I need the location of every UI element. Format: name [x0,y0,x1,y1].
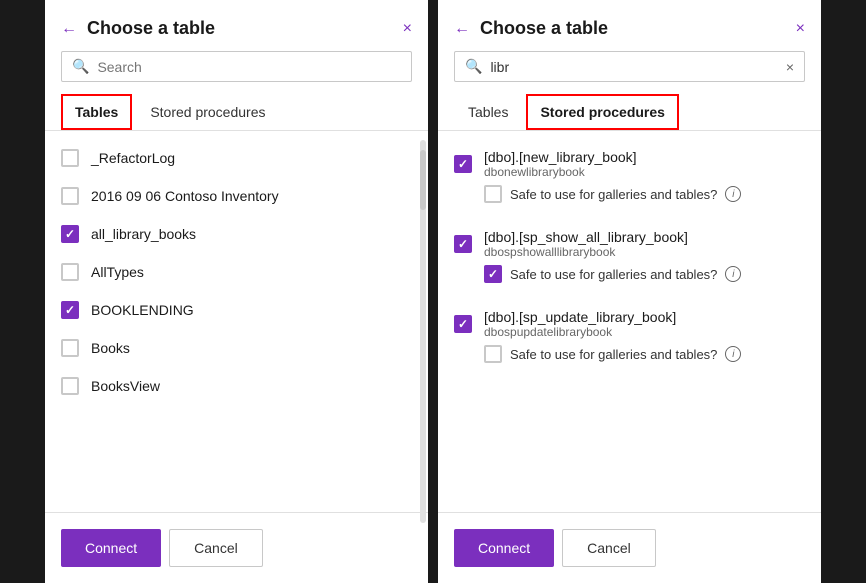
safe-label-3: Safe to use for galleries and tables? [510,347,717,362]
proc-name-3: [dbo].[sp_update_library_book] [484,309,676,325]
checkbox-booklending[interactable] [61,301,79,319]
right-cancel-button[interactable]: Cancel [562,529,656,567]
checkbox-safe-1[interactable] [484,185,502,203]
safe-row-2: Safe to use for galleries and tables? i [454,259,805,289]
list-item: AllTypes [61,253,412,291]
right-panel-title: Choose a table [480,18,786,39]
proc-sub-2: dbospshowalllibrarybook [484,245,688,259]
safe-label-2: Safe to use for galleries and tables? [510,267,717,282]
right-search-clear-icon[interactable]: × [786,59,794,75]
left-tabs: Tables Stored procedures [45,94,428,131]
left-search-box: 🔍 [61,51,412,82]
info-icon-1: i [725,186,741,202]
list-item: 2016 09 06 Contoso Inventory [61,177,412,215]
left-panel-title: Choose a table [87,18,393,39]
item-label-contoso: 2016 09 06 Contoso Inventory [91,188,279,204]
left-search-icon: 🔍 [72,58,89,75]
proc-main-3: [dbo].[sp_update_library_book] dbospupda… [454,309,805,339]
right-search-input[interactable] [490,59,777,75]
right-connect-button[interactable]: Connect [454,529,554,567]
left-connect-button[interactable]: Connect [61,529,161,567]
item-label-all-library-books: all_library_books [91,226,196,242]
right-tab-tables[interactable]: Tables [454,94,522,130]
safe-row-3: Safe to use for galleries and tables? i [454,339,805,369]
left-scrollbar[interactable] [420,140,426,523]
right-panel: ← Choose a table × 🔍 × Tables Stored pro… [438,0,821,583]
proc-item-new-library-book: [dbo].[new_library_book] dbonewlibrarybo… [454,139,805,219]
proc-item-sp-show-all: [dbo].[sp_show_all_library_book] dbospsh… [454,219,805,299]
info-icon-3: i [725,346,741,362]
right-search-icon: 🔍 [465,58,482,75]
checkbox-alltypes[interactable] [61,263,79,281]
left-back-button[interactable]: ← [61,20,77,38]
proc-item-sp-update: [dbo].[sp_update_library_book] dbospupda… [454,299,805,379]
right-panel-footer: Connect Cancel [438,512,821,583]
right-tabs: Tables Stored procedures [438,94,821,131]
proc-info-2: [dbo].[sp_show_all_library_book] dbospsh… [484,229,688,259]
list-item: all_library_books [61,215,412,253]
panel-divider [428,0,438,583]
left-cancel-button[interactable]: Cancel [169,529,263,567]
right-back-button[interactable]: ← [454,20,470,38]
checkbox-sp-show-all[interactable] [454,235,472,253]
left-scrollbar-thumb [420,150,426,210]
info-icon-2: i [725,266,741,282]
right-close-button[interactable]: × [796,20,805,38]
left-panel: ← Choose a table × 🔍 Tables Stored proce… [45,0,428,583]
list-item: BooksView [61,367,412,405]
left-panel-footer: Connect Cancel [45,512,428,583]
item-label-booksview: BooksView [91,378,160,394]
checkbox-sp-update[interactable] [454,315,472,333]
proc-info-1: [dbo].[new_library_book] dbonewlibrarybo… [484,149,637,179]
left-item-list: _RefactorLog 2016 09 06 Contoso Inventor… [45,139,428,512]
right-search-box: 🔍 × [454,51,805,82]
safe-label-1: Safe to use for galleries and tables? [510,187,717,202]
checkbox-contoso[interactable] [61,187,79,205]
item-label-booklending: BOOKLENDING [91,302,194,318]
item-label-refactorlog: _RefactorLog [91,150,175,166]
list-item: Books [61,329,412,367]
left-tab-stored-procedures[interactable]: Stored procedures [136,94,279,130]
left-tab-tables[interactable]: Tables [61,94,132,130]
checkbox-booksview[interactable] [61,377,79,395]
right-panel-header: ← Choose a table × [438,0,821,51]
checkbox-safe-2[interactable] [484,265,502,283]
checkbox-refactorlog[interactable] [61,149,79,167]
proc-main-2: [dbo].[sp_show_all_library_book] dbospsh… [454,229,805,259]
checkbox-all-library-books[interactable] [61,225,79,243]
checkbox-books[interactable] [61,339,79,357]
item-label-books: Books [91,340,130,356]
checkbox-safe-3[interactable] [484,345,502,363]
left-search-input[interactable] [97,59,401,75]
left-close-button[interactable]: × [403,20,412,38]
proc-main-1: [dbo].[new_library_book] dbonewlibrarybo… [454,149,805,179]
item-label-alltypes: AllTypes [91,264,144,280]
list-item: BOOKLENDING [61,291,412,329]
list-item: _RefactorLog [61,139,412,177]
right-tab-stored-procedures[interactable]: Stored procedures [526,94,678,130]
left-panel-header: ← Choose a table × [45,0,428,51]
proc-sub-3: dbospupdatelibrarybook [484,325,676,339]
proc-sub-1: dbonewlibrarybook [484,165,637,179]
proc-info-3: [dbo].[sp_update_library_book] dbospupda… [484,309,676,339]
checkbox-new-library-book[interactable] [454,155,472,173]
proc-name-2: [dbo].[sp_show_all_library_book] [484,229,688,245]
right-item-list: [dbo].[new_library_book] dbonewlibrarybo… [438,139,821,512]
proc-name-1: [dbo].[new_library_book] [484,149,637,165]
safe-row-1: Safe to use for galleries and tables? i [454,179,805,209]
